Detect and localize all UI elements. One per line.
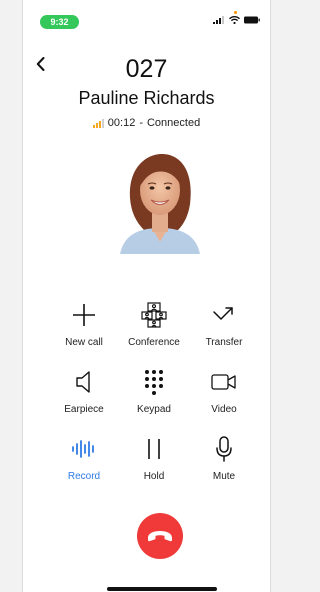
keypad-icon [145,370,163,395]
pause-icon [148,439,160,459]
call-screen: 9:32 027 Pauline Richards 00:12 - Connec… [22,0,271,592]
battery-icon [244,16,260,24]
call-quality-icon [92,118,104,128]
call-state: Connected [146,117,201,129]
transfer-icon [213,307,233,320]
earpiece-label: Earpiece [64,404,104,415]
conference-label: Conference [128,337,180,348]
transfer-button[interactable]: Transfer [189,300,259,348]
status-icons [213,16,260,24]
mute-label: Mute [212,471,236,482]
home-indicator [107,587,217,591]
hang-up-icon [148,531,172,542]
waveform-icon [72,440,94,458]
caller-number: 027 [125,55,168,83]
hold-button[interactable]: Hold [119,434,189,482]
end-call-button[interactable] [137,513,183,559]
video-icon [211,374,236,390]
status-time: 9:32 [40,15,79,29]
call-status: 00:12 - Connected [23,117,270,129]
keypad-label: Keypad [137,404,171,415]
conference-icon [141,302,167,328]
new-call-label: New call [65,337,103,348]
call-actions: New call Conference Transfer Earpiece Ke… [49,300,259,482]
status-bar: 9:32 [23,0,270,36]
caller-name: Pauline Richards [78,88,215,108]
keypad-button[interactable]: Keypad [119,367,189,415]
video-button[interactable]: Video [189,367,259,415]
record-button[interactable]: Record [49,434,119,482]
transfer-label: Transfer [205,337,243,348]
earpiece-button[interactable]: Earpiece [49,367,119,415]
privacy-indicator-icon [234,11,237,14]
wifi-icon [229,16,240,24]
hold-label: Hold [143,471,165,482]
call-duration: 00:12 [107,117,136,129]
microphone-icon [216,436,232,462]
caller-avatar [118,148,202,254]
record-label: Record [67,471,101,482]
cellular-signal-icon [213,16,224,24]
mute-button[interactable]: Mute [189,434,259,482]
plus-icon [73,304,95,326]
video-label: Video [211,404,237,415]
speaker-icon [76,371,90,393]
call-status-separator: - [139,117,143,129]
new-call-button[interactable]: New call [49,300,119,348]
conference-button[interactable]: Conference [119,300,189,348]
